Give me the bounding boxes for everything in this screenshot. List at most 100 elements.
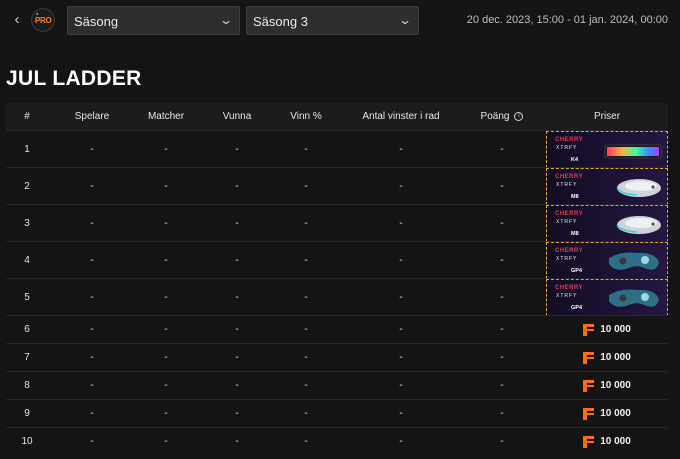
prize-cell: 10 000 <box>546 344 668 371</box>
points-cell: - <box>500 324 504 335</box>
win-pct-cell: - <box>304 291 308 303</box>
leaderboard-table: # Spelare Matcher Vunna Vinn % Antal vin… <box>6 103 668 455</box>
player-cell: - <box>90 254 94 266</box>
win-pct-cell: - <box>304 324 308 335</box>
season-filter-value: Säsong <box>74 14 119 29</box>
player-cell: - <box>90 180 94 192</box>
win-pct-cell: - <box>304 254 308 266</box>
prize-model: K4 <box>571 156 579 163</box>
won-cell: - <box>235 254 239 266</box>
table-row: 8 - - - - - - 10 000 <box>6 371 668 399</box>
prize-card[interactable]: CHERRY XTRFY M8 <box>546 167 668 205</box>
points-cell: - <box>500 380 504 391</box>
rank-cell: 1 <box>24 143 30 155</box>
prize-cell: CHERRY XTRFY M8 <box>546 167 668 205</box>
streak-cell: - <box>399 380 403 391</box>
prize-card[interactable]: CHERRY XTRFY M8 <box>546 204 668 242</box>
points-cell: - <box>500 436 504 447</box>
points-cell: - <box>500 254 504 266</box>
header-won: Vunna <box>222 111 252 122</box>
prize-coins: 10 000 <box>583 379 631 392</box>
streak-cell: - <box>399 324 403 335</box>
prize-card[interactable]: CHERRY XTRFY GP4 <box>546 278 668 316</box>
player-cell: - <box>90 352 94 363</box>
won-cell: - <box>235 143 239 155</box>
prize-model: GP4 <box>571 304 583 311</box>
f-coin-icon <box>583 407 595 420</box>
back-button[interactable]: ‹ <box>8 11 26 29</box>
header-points-label: Poäng <box>480 111 510 122</box>
f-coin-icon <box>583 379 595 392</box>
player-cell: - <box>90 324 94 335</box>
prize-card[interactable]: CHERRY XTRFY K4 <box>546 130 668 168</box>
player-cell: - <box>90 291 94 303</box>
points-cell: - <box>500 180 504 192</box>
header-player: Spelare <box>74 111 110 122</box>
prize-brand: CHERRY <box>555 210 584 217</box>
info-icon[interactable]: i <box>514 112 524 121</box>
won-cell: - <box>235 291 239 303</box>
prize-amount: 10 000 <box>600 324 631 335</box>
prize-cell: 10 000 <box>546 428 668 455</box>
matches-cell: - <box>164 180 168 192</box>
prize-coins: 10 000 <box>583 407 631 420</box>
rank-cell: 2 <box>24 180 30 192</box>
win-pct-cell: - <box>304 380 308 391</box>
date-range: 20 dec. 2023, 15:00 - 01 jan. 2024, 00:0… <box>466 14 668 26</box>
prize-coins: 10 000 <box>583 435 631 448</box>
prize-cell: CHERRY XTRFY K4 <box>546 130 668 168</box>
prize-brand-sub: XTRFY <box>556 218 578 225</box>
app-logo[interactable]: ● PRO <box>31 8 55 32</box>
streak-cell: - <box>399 143 403 155</box>
rank-cell: 9 <box>24 408 30 419</box>
won-cell: - <box>235 436 239 447</box>
streak-cell: - <box>399 352 403 363</box>
prize-amount: 10 000 <box>600 380 631 391</box>
rank-cell: 6 <box>24 324 30 335</box>
won-cell: - <box>235 352 239 363</box>
table-row: 5 - - - - - - CHERRY XTRFY GP4 <box>6 278 668 316</box>
prize-brand-sub: XTRFY <box>556 292 578 299</box>
win-pct-cell: - <box>304 180 308 192</box>
prize-coins: 10 000 <box>583 323 631 336</box>
streak-cell: - <box>399 408 403 419</box>
points-cell: - <box>500 291 504 303</box>
streak-cell: - <box>399 436 403 447</box>
table-row: 1 - - - - - - CHERRY XTRFY K4 <box>6 130 668 168</box>
table-row: 6 - - - - - - 10 000 <box>6 315 668 343</box>
prize-brand: CHERRY <box>555 284 584 291</box>
won-cell: - <box>235 217 239 229</box>
prize-amount: 10 000 <box>600 408 631 419</box>
prize-card[interactable]: CHERRY XTRFY GP4 <box>546 241 668 279</box>
win-pct-cell: - <box>304 436 308 447</box>
header-points: Poäng i <box>464 103 540 130</box>
streak-cell: - <box>399 254 403 266</box>
season-select-dropdown[interactable]: Säsong 3 ⌄ <box>246 6 419 35</box>
prize-brand: CHERRY <box>555 173 584 180</box>
f-coin-icon <box>583 323 595 336</box>
mouse-icon <box>601 211 663 237</box>
points-cell: - <box>500 408 504 419</box>
won-cell: - <box>235 380 239 391</box>
win-pct-cell: - <box>304 143 308 155</box>
season-filter-dropdown[interactable]: Säsong ⌄ <box>67 6 240 35</box>
table-row: 7 - - - - - - 10 000 <box>6 343 668 371</box>
prize-model: M8 <box>571 193 579 200</box>
prize-coins: 10 000 <box>583 351 631 364</box>
streak-cell: - <box>399 291 403 303</box>
won-cell: - <box>235 324 239 335</box>
rank-cell: 4 <box>24 254 30 266</box>
streak-cell: - <box>399 180 403 192</box>
prize-brand-sub: XTRFY <box>556 144 578 151</box>
chevron-down-icon: ⌄ <box>397 13 413 27</box>
season-select-value: Säsong 3 <box>253 14 308 29</box>
prize-brand: CHERRY <box>555 247 584 254</box>
won-cell: - <box>235 180 239 192</box>
matches-cell: - <box>164 217 168 229</box>
points-cell: - <box>500 143 504 155</box>
player-cell: - <box>90 408 94 419</box>
matches-cell: - <box>164 143 168 155</box>
streak-cell: - <box>399 217 403 229</box>
rank-cell: 10 <box>21 436 33 447</box>
player-cell: - <box>90 217 94 229</box>
